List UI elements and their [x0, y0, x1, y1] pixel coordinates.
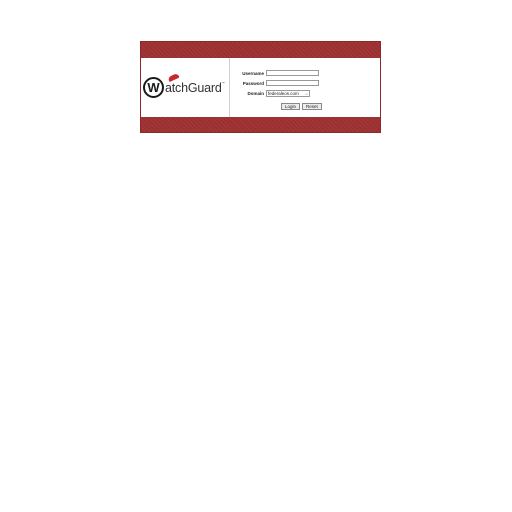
password-row: Password [230, 80, 319, 86]
form-buttons: Login Reset [281, 103, 322, 110]
domain-selected-value: federaleos.com [268, 91, 299, 96]
reset-button[interactable]: Reset [302, 103, 322, 110]
login-form: Username Password Domain federaleos.com … [230, 58, 380, 117]
watchguard-logo: W atchGuard™ [143, 72, 225, 99]
login-panel: W atchGuard™ Username Password Domain fe… [140, 41, 381, 133]
chevron-down-icon: ⌵ [304, 91, 308, 96]
password-label: Password [242, 80, 264, 86]
password-input[interactable] [266, 80, 319, 86]
header-band [141, 42, 380, 58]
login-body: W atchGuard™ Username Password Domain fe… [141, 58, 380, 117]
footer-band [141, 117, 380, 132]
logo-trademark: ™ [221, 81, 225, 85]
logo-letter: W [147, 79, 160, 95]
logo-wordmark: atchGuard™ [165, 81, 225, 95]
logo-text: atchGuard [165, 81, 222, 95]
username-row: Username [230, 70, 319, 76]
domain-row: Domain federaleos.com ⌵ [230, 90, 310, 97]
domain-select[interactable]: federaleos.com ⌵ [266, 90, 310, 97]
logo-pane: W atchGuard™ [141, 58, 230, 117]
logo-w-circle: W [143, 76, 164, 98]
username-input[interactable] [266, 70, 319, 76]
username-label: Username [242, 70, 264, 76]
domain-label: Domain [247, 91, 264, 96]
login-button[interactable]: Login [281, 103, 301, 110]
